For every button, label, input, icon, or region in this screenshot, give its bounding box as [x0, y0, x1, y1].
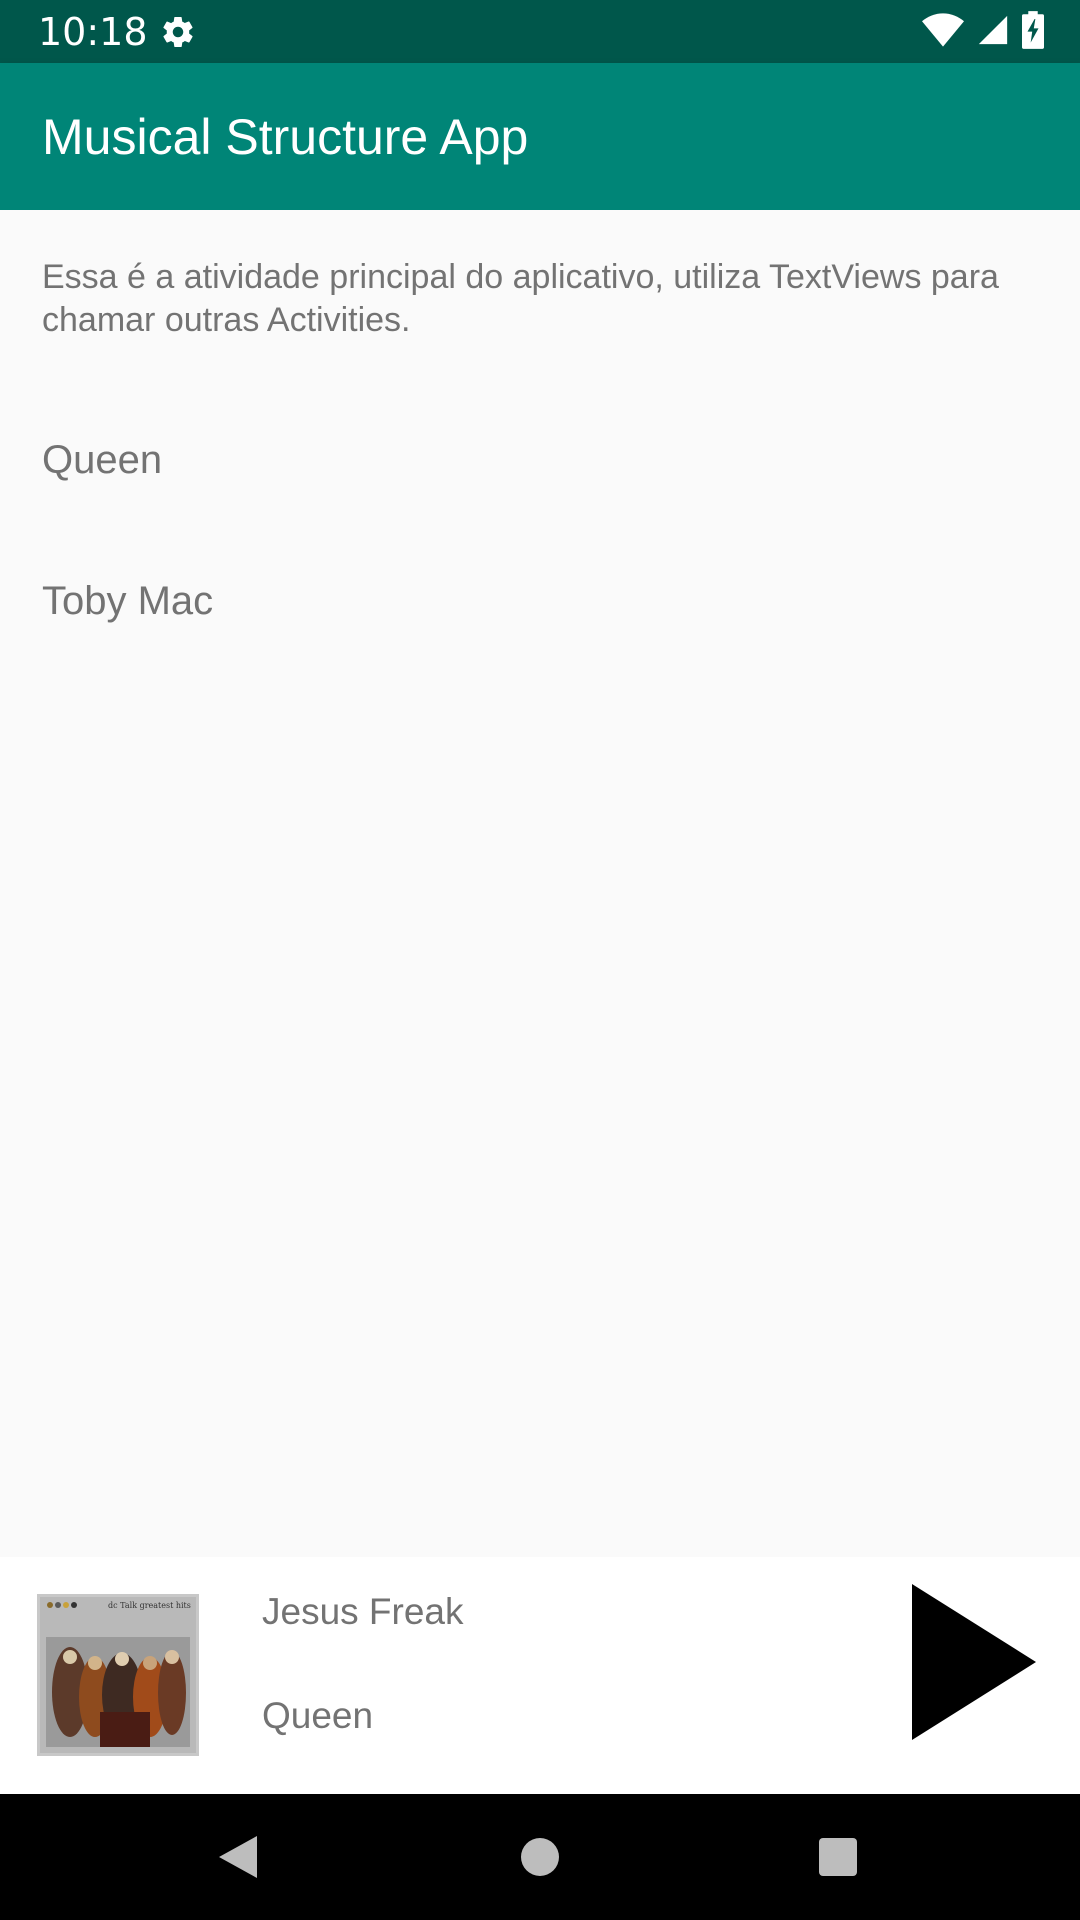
system-nav-bar: [0, 1794, 1080, 1920]
intro-text: Essa é a atividade principal do aplicati…: [42, 258, 999, 339]
status-time: 10:18: [38, 10, 148, 54]
play-button[interactable]: [910, 1582, 1040, 1742]
main-content: Essa é a atividade principal do aplicati…: [0, 210, 1080, 1557]
song-artist: Queen: [262, 1695, 374, 1736]
back-icon: [219, 1836, 257, 1878]
recents-button[interactable]: [818, 1837, 858, 1877]
app-bar: Musical Structure App: [0, 63, 1080, 210]
play-icon: [912, 1584, 1036, 1740]
wifi-icon: [922, 13, 964, 51]
song-title: Jesus Freak: [262, 1591, 464, 1632]
home-button[interactable]: [519, 1836, 561, 1878]
recents-icon: [819, 1838, 857, 1876]
artist-item-toby-mac[interactable]: Toby Mac: [42, 577, 213, 625]
home-icon: [521, 1838, 559, 1876]
album-art: dc Talk greatest hits: [37, 1594, 199, 1756]
artist-item-queen[interactable]: Queen: [42, 436, 162, 484]
album-art-caption: dc Talk greatest hits: [108, 1601, 191, 1610]
cell-signal-icon: [976, 13, 1010, 51]
status-bar: 10:18: [0, 0, 1080, 63]
battery-charging-icon: [1022, 11, 1044, 53]
now-playing-bar: dc Talk greatest hits Jesus Freak Queen: [0, 1557, 1080, 1794]
back-button[interactable]: [215, 1834, 261, 1880]
gear-icon: [160, 14, 196, 50]
status-icons: [922, 11, 1044, 53]
app-title: Musical Structure App: [42, 109, 529, 165]
